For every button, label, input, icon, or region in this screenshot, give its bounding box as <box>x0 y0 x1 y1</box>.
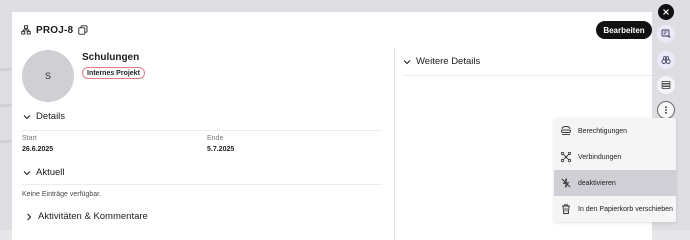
close-button[interactable] <box>658 4 674 20</box>
chevron-down-icon <box>22 168 32 178</box>
connections-icon <box>560 151 572 163</box>
background-line <box>0 68 12 71</box>
activities-heading: Aktivitäten & Kommentare <box>38 211 148 222</box>
edit-button[interactable]: Bearbeiten <box>596 21 652 39</box>
details-heading: Details <box>36 111 66 122</box>
end-label: Ende <box>207 135 224 142</box>
menu-item-deactivate[interactable]: deaktivieren <box>554 170 676 196</box>
divider <box>402 75 652 76</box>
current-heading: Aktuell <box>36 167 65 178</box>
more-vertical-icon <box>661 105 671 115</box>
activities-section-toggle[interactable]: Aktivitäten & Kommentare <box>24 211 148 222</box>
start-value: 26.6.2025 <box>22 146 54 153</box>
menu-item-connections[interactable]: Verbindungen <box>554 144 676 170</box>
trash-icon <box>560 203 572 215</box>
empty-state-text: Keine Einträge verfügbar. <box>22 191 101 198</box>
start-label: Start <box>22 135 37 142</box>
project-type-badge: Internes Projekt <box>82 67 145 79</box>
background-line <box>0 104 12 107</box>
permissions-icon <box>560 125 572 137</box>
chevron-down-icon <box>402 57 412 67</box>
notes-icon <box>661 29 671 39</box>
menu-item-label: Verbindungen <box>578 153 622 161</box>
menu-item-label: deaktivieren <box>578 179 616 187</box>
context-menu: Berechtigungen Verbindungen deaktivieren… <box>554 118 676 222</box>
menu-item-label: Berechtigungen <box>578 127 628 135</box>
menu-item-label: In den Papierkorb verschieben <box>578 205 673 213</box>
background-line <box>0 140 12 143</box>
end-value: 5.7.2025 <box>207 146 235 153</box>
layers-icon <box>661 80 671 90</box>
rail-layers-button[interactable] <box>657 76 675 94</box>
menu-item-move-to-trash[interactable]: In den Papierkorb verschieben <box>554 196 676 222</box>
project-tree-icon <box>21 25 31 35</box>
divider <box>22 130 382 131</box>
project-id-row: PROJ-8 <box>21 23 88 37</box>
rail-notes-button[interactable] <box>657 25 675 43</box>
deactivate-icon <box>560 177 572 189</box>
details-section-toggle[interactable]: Details <box>22 111 65 122</box>
project-id: PROJ-8 <box>36 24 74 36</box>
current-section-toggle[interactable]: Aktuell <box>22 167 65 178</box>
rail-more-button[interactable] <box>657 101 675 119</box>
more-details-section-toggle[interactable]: Weitere Details <box>402 56 480 67</box>
divider <box>22 184 382 185</box>
chevron-right-icon <box>24 212 34 222</box>
more-details-heading: Weitere Details <box>416 56 481 67</box>
copy-icon[interactable] <box>78 25 88 35</box>
project-title: Schulungen <box>82 52 140 63</box>
avatar: S <box>22 50 74 102</box>
avatar-initial: S <box>44 71 51 81</box>
rail-search-button[interactable] <box>657 51 675 69</box>
binoculars-icon <box>661 55 671 65</box>
menu-item-permissions[interactable]: Berechtigungen <box>554 118 676 144</box>
chevron-down-icon <box>22 112 32 122</box>
column-divider <box>394 48 395 240</box>
close-icon <box>662 8 670 16</box>
